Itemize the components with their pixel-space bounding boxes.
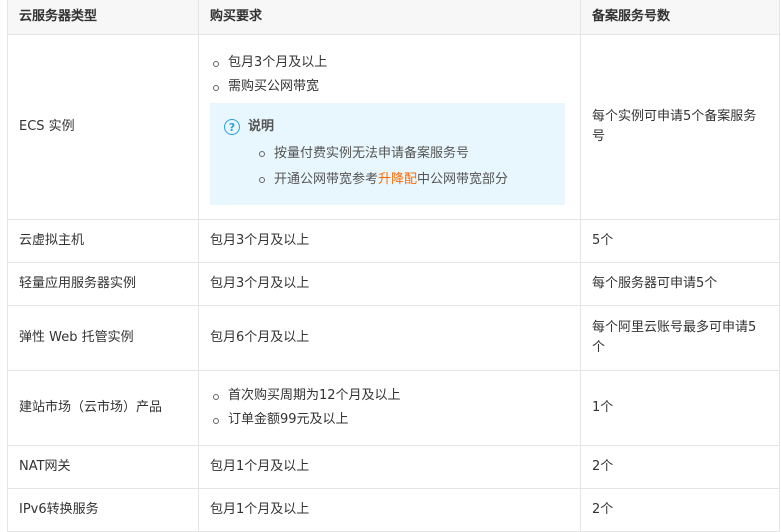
cell-requirement: 包月3个月及以上 需购买公网带宽 ? 说明 按量付费实例无法申请备案服务号 开通… <box>198 34 581 220</box>
cell-count: 每个阿里云账号最多可申请5个 <box>580 305 780 371</box>
note-title: 说明 <box>248 119 275 134</box>
resize-config-link[interactable]: 升降配 <box>378 172 417 187</box>
table-row: 云虚拟主机 包月3个月及以上 5个 <box>7 219 780 263</box>
list-item: 开通公网带宽参考升降配中公网带宽部分 <box>256 167 551 193</box>
list-item: 需购买公网带宽 <box>210 75 569 99</box>
table-row: 轻量应用服务器实例 包月3个月及以上 每个服务器可申请5个 <box>7 262 780 306</box>
list-item: 订单金额99元及以上 <box>210 408 569 432</box>
list-item: 包月3个月及以上 <box>210 51 569 75</box>
table-row: NAT网关 包月1个月及以上 2个 <box>7 445 780 489</box>
cell-requirement: 首次购买周期为12个月及以上 订单金额99元及以上 <box>198 370 581 446</box>
note-header: ? 说明 <box>224 117 551 137</box>
table-row: 弹性 Web 托管实例 包月6个月及以上 每个阿里云账号最多可申请5个 <box>7 305 780 371</box>
cell-requirement: 包月1个月及以上 <box>198 488 581 532</box>
note-list: 按量付费实例无法申请备案服务号 开通公网带宽参考升降配中公网带宽部分 <box>224 141 551 193</box>
cell-requirement: 包月3个月及以上 <box>198 262 581 306</box>
question-circle-icon: ? <box>224 119 240 135</box>
note-text-before: 开通公网带宽参考 <box>274 172 379 187</box>
table-row-ecs: ECS 实例 包月3个月及以上 需购买公网带宽 ? 说明 按量付费实例无法申请备… <box>7 34 780 220</box>
header-purchase-requirement: 购买要求 <box>198 0 581 35</box>
header-row: 云服务器类型 购买要求 备案服务号数 <box>7 0 780 35</box>
table-row: IPv6转换服务 包月1个月及以上 2个 <box>7 488 780 532</box>
cell-requirement: 包月6个月及以上 <box>198 305 581 371</box>
list-item: 首次购买周期为12个月及以上 <box>210 384 569 408</box>
requirement-list: 包月3个月及以上 需购买公网带宽 <box>210 51 569 99</box>
cell-server-type: 轻量应用服务器实例 <box>7 262 199 306</box>
cell-count: 每个服务器可申请5个 <box>580 262 780 306</box>
cell-count: 5个 <box>580 219 780 263</box>
cell-count: 2个 <box>580 488 780 532</box>
cell-server-type: 弹性 Web 托管实例 <box>7 305 199 371</box>
cell-server-type: 云虚拟主机 <box>7 219 199 263</box>
cell-requirement: 包月3个月及以上 <box>198 219 581 263</box>
table-row: 建站市场（云市场）产品 首次购买周期为12个月及以上 订单金额99元及以上 1个 <box>7 370 780 446</box>
header-server-type: 云服务器类型 <box>7 0 199 35</box>
cell-server-type: 建站市场（云市场）产品 <box>7 370 199 446</box>
cell-server-type: ECS 实例 <box>7 34 199 220</box>
cell-server-type: NAT网关 <box>7 445 199 489</box>
server-type-table: 云服务器类型 购买要求 备案服务号数 ECS 实例 包月3个月及以上 需购买公网… <box>7 0 780 532</box>
cell-count: 1个 <box>580 370 780 446</box>
cell-count: 每个实例可申请5个备案服务号 <box>580 34 780 220</box>
cell-server-type: IPv6转换服务 <box>7 488 199 532</box>
cell-requirement: 包月1个月及以上 <box>198 445 581 489</box>
requirement-list: 首次购买周期为12个月及以上 订单金额99元及以上 <box>210 384 569 432</box>
note-text-after: 中公网带宽部分 <box>417 172 509 187</box>
cell-count: 2个 <box>580 445 780 489</box>
header-record-service-count: 备案服务号数 <box>580 0 780 35</box>
list-item: 按量付费实例无法申请备案服务号 <box>256 141 551 167</box>
note-box: ? 说明 按量付费实例无法申请备案服务号 开通公网带宽参考升降配中公网带宽部分 <box>210 103 565 205</box>
